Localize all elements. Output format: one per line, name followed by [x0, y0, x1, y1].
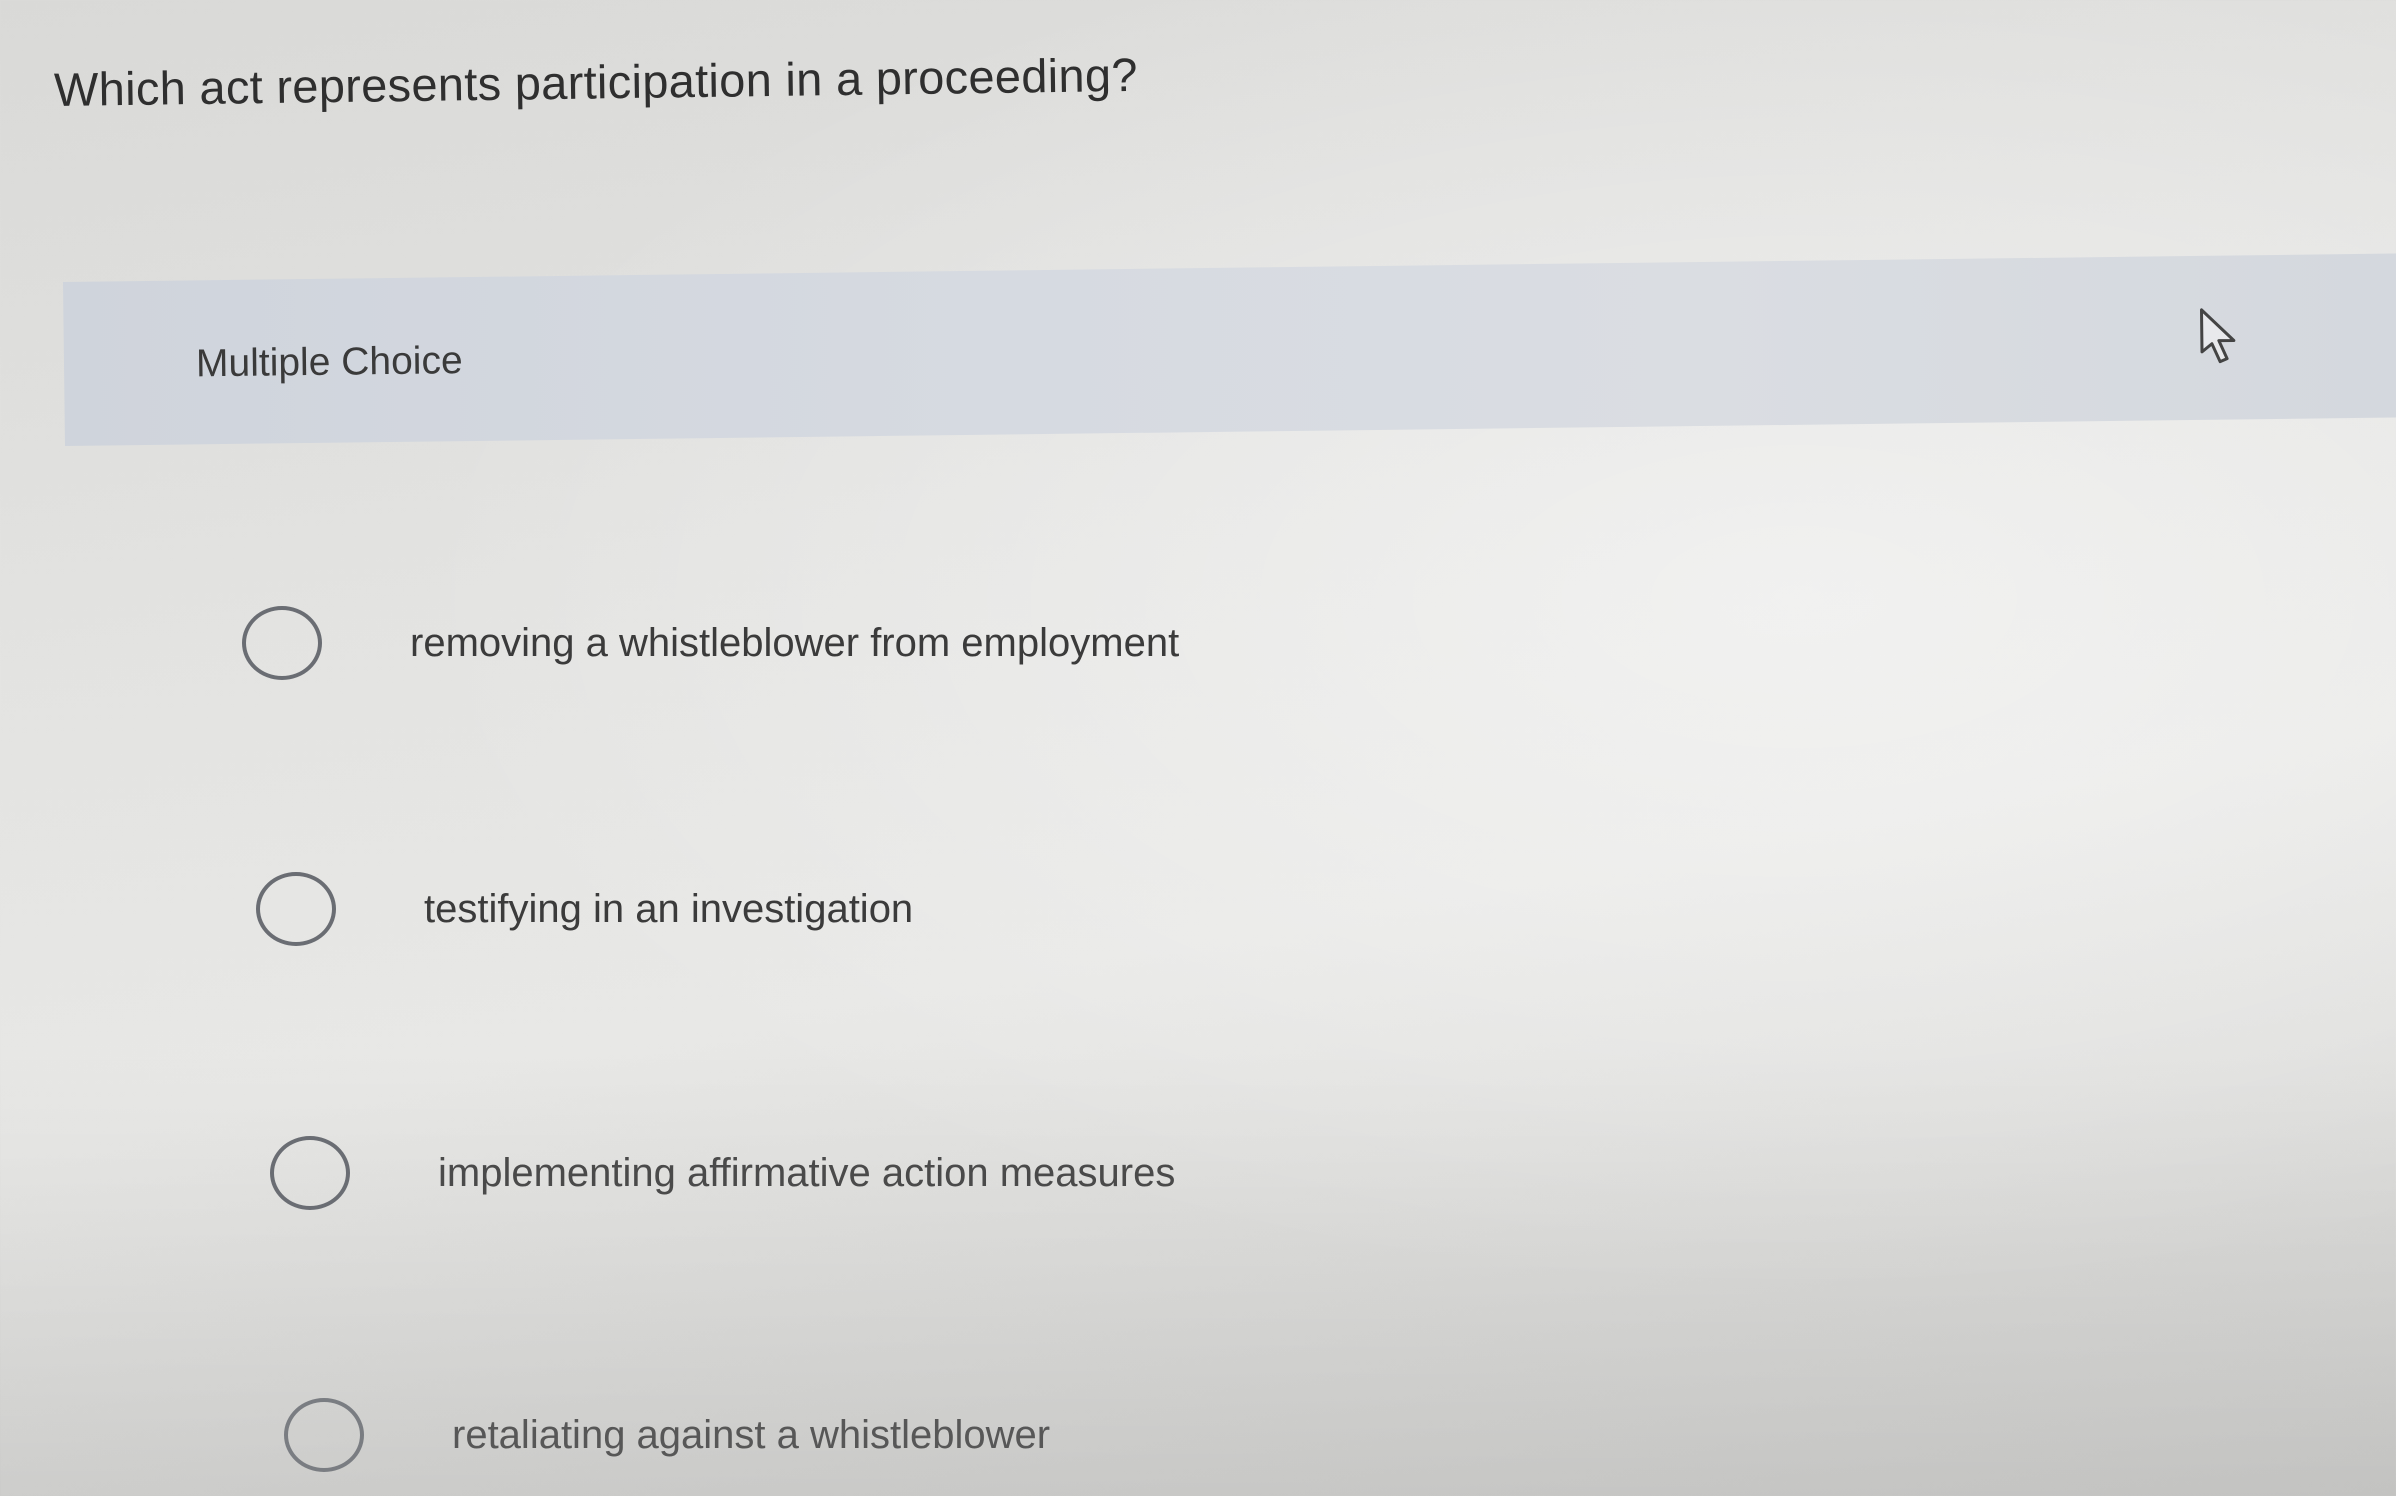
answer-option-label[interactable]: retaliating against a whistleblower [452, 1413, 1050, 1458]
answer-option-label[interactable]: testifying in an investigation [424, 887, 913, 932]
answer-option[interactable]: testifying in an investigation [256, 872, 913, 946]
radio-button-icon[interactable] [284, 1398, 364, 1472]
answer-option[interactable]: implementing affirmative action measures [270, 1136, 1175, 1210]
answer-option-label[interactable]: removing a whistleblower from employment [410, 621, 1179, 666]
radio-button-icon[interactable] [270, 1136, 350, 1210]
answer-options: removing a whistleblower from employment… [0, 0, 2396, 1496]
radio-button-icon[interactable] [242, 606, 322, 680]
radio-button-icon[interactable] [256, 872, 336, 946]
answer-option-label[interactable]: implementing affirmative action measures [438, 1151, 1175, 1196]
answer-option[interactable]: removing a whistleblower from employment [242, 606, 1179, 680]
answer-option[interactable]: retaliating against a whistleblower [284, 1398, 1050, 1472]
